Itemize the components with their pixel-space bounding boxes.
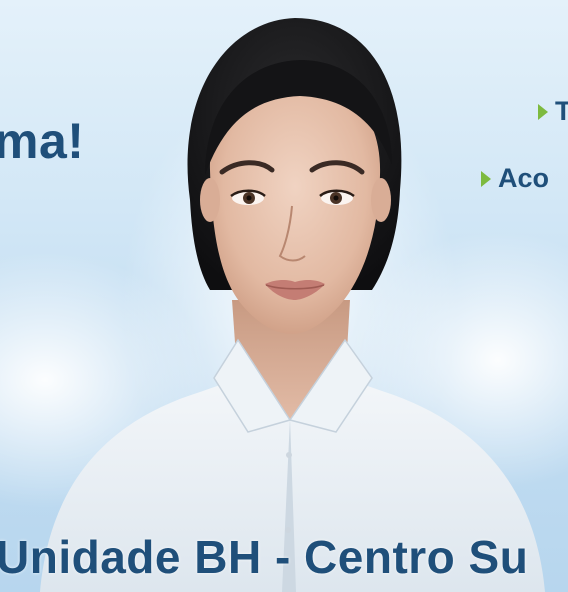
location-title: Unidade BH - Centro Su xyxy=(0,531,529,583)
promo-banner: ma! T Aco Unidade BH - Centro Su xyxy=(0,0,568,592)
person-photo xyxy=(40,18,545,592)
